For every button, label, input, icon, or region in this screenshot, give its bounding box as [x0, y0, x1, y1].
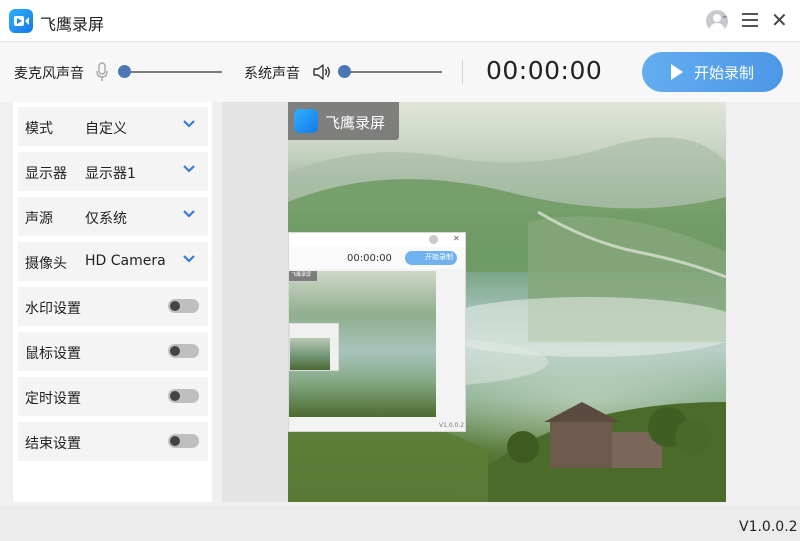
divider: [462, 60, 463, 84]
setting-value: HD Camera: [85, 253, 166, 269]
close-icon[interactable]: ✕: [771, 10, 788, 30]
chevron-down-icon[interactable]: [182, 164, 196, 174]
nested-record-button: 开始录制: [405, 251, 457, 265]
app-logo-icon: [9, 9, 33, 33]
setting-row-mode[interactable]: 模式 自定义: [18, 107, 208, 146]
app-title: 飞鹰录屏: [40, 15, 105, 34]
start-record-label: 开始录制: [694, 65, 755, 82]
avatar-icon: [429, 235, 438, 244]
system-volume-label: 系统声音: [244, 66, 300, 82]
status-bar: V1.0.0.2: [0, 506, 800, 541]
setting-row-camera[interactable]: 摄像头 HD Camera: [18, 242, 208, 281]
record-timer: 00:00:00: [486, 56, 603, 85]
chevron-down-icon[interactable]: [182, 119, 196, 129]
chevron-down-icon[interactable]: [182, 209, 196, 219]
nested-watermark: 飞鹰录屏: [289, 271, 317, 281]
title-bar: 飞鹰录屏 ⌄ ✕: [0, 0, 800, 42]
watermark-badge: 飞鹰录屏: [288, 102, 399, 140]
nested-version: V1.0.0.2: [439, 422, 465, 429]
mic-volume-slider-thumb[interactable]: [118, 65, 131, 78]
close-icon: ✕: [453, 234, 460, 243]
play-icon: [671, 64, 683, 80]
setting-value: 仅系统: [85, 211, 127, 227]
setting-value: 自定义: [85, 121, 127, 137]
mic-volume-label: 麦克风声音: [14, 66, 84, 82]
watermark-text: 飞鹰录屏: [325, 114, 386, 132]
chevron-down-icon[interactable]: [182, 254, 196, 264]
nested-title-bar: ✕: [289, 233, 465, 247]
setting-name: 摄像头: [25, 256, 67, 272]
nested-timer: 00:00:00: [347, 253, 392, 264]
nested-scene-image: 飞鹰录屏: [289, 271, 436, 417]
mouse-toggle[interactable]: [168, 344, 199, 358]
setting-value: 显示器1: [85, 166, 136, 182]
version-label: V1.0.0.2: [739, 519, 798, 535]
setting-row-end: 结束设置: [18, 422, 208, 461]
mic-volume-slider[interactable]: [124, 71, 222, 73]
recording-preview: 飞鹰录屏 ✕ 00:00:00 开始录制 飞鹰录屏 V1.0.0.2: [222, 102, 726, 502]
speaker-icon[interactable]: [312, 62, 332, 82]
watermark-toggle[interactable]: [168, 299, 199, 313]
settings-panel: 模式 自定义 显示器 显示器1 声源 仅系统 摄像头 HD Camera 水印设…: [13, 102, 212, 502]
start-record-button[interactable]: 开始录制: [642, 52, 783, 92]
setting-row-watermark: 水印设置: [18, 287, 208, 326]
setting-name: 声源: [25, 211, 53, 227]
setting-row-timer: 定时设置: [18, 377, 208, 416]
app-logo-icon: [294, 109, 318, 133]
system-volume-slider-thumb[interactable]: [338, 65, 351, 78]
setting-name: 结束设置: [25, 436, 81, 452]
setting-row-audio-source[interactable]: 声源 仅系统: [18, 197, 208, 236]
chevron-down-icon: ⌄: [721, 11, 729, 21]
timer-toggle[interactable]: [168, 389, 199, 403]
nested-preview-window: ✕ 00:00:00 开始录制 飞鹰录屏 V1.0.0.2: [288, 232, 466, 432]
nested-watermark-text: 飞鹰录屏: [291, 272, 312, 278]
setting-name: 鼠标设置: [25, 346, 81, 362]
setting-row-mouse: 鼠标设置: [18, 332, 208, 371]
end-toggle[interactable]: [168, 434, 199, 448]
microphone-icon[interactable]: [96, 62, 108, 82]
control-bar: 麦克风声音 系统声音 00:00:00 开始录制: [0, 42, 800, 102]
nested-record-label: 开始录制: [425, 253, 453, 261]
setting-row-display[interactable]: 显示器 显示器1: [18, 152, 208, 191]
nested-control-bar: 00:00:00 开始录制: [289, 247, 465, 269]
system-volume-slider[interactable]: [344, 71, 442, 73]
setting-name: 模式: [25, 121, 53, 137]
setting-name: 显示器: [25, 166, 67, 182]
nested-mini-window: [289, 323, 339, 371]
nested-mini-scene: [290, 338, 330, 370]
menu-icon[interactable]: [742, 13, 758, 27]
setting-name: 定时设置: [25, 391, 81, 407]
setting-name: 水印设置: [25, 301, 81, 317]
